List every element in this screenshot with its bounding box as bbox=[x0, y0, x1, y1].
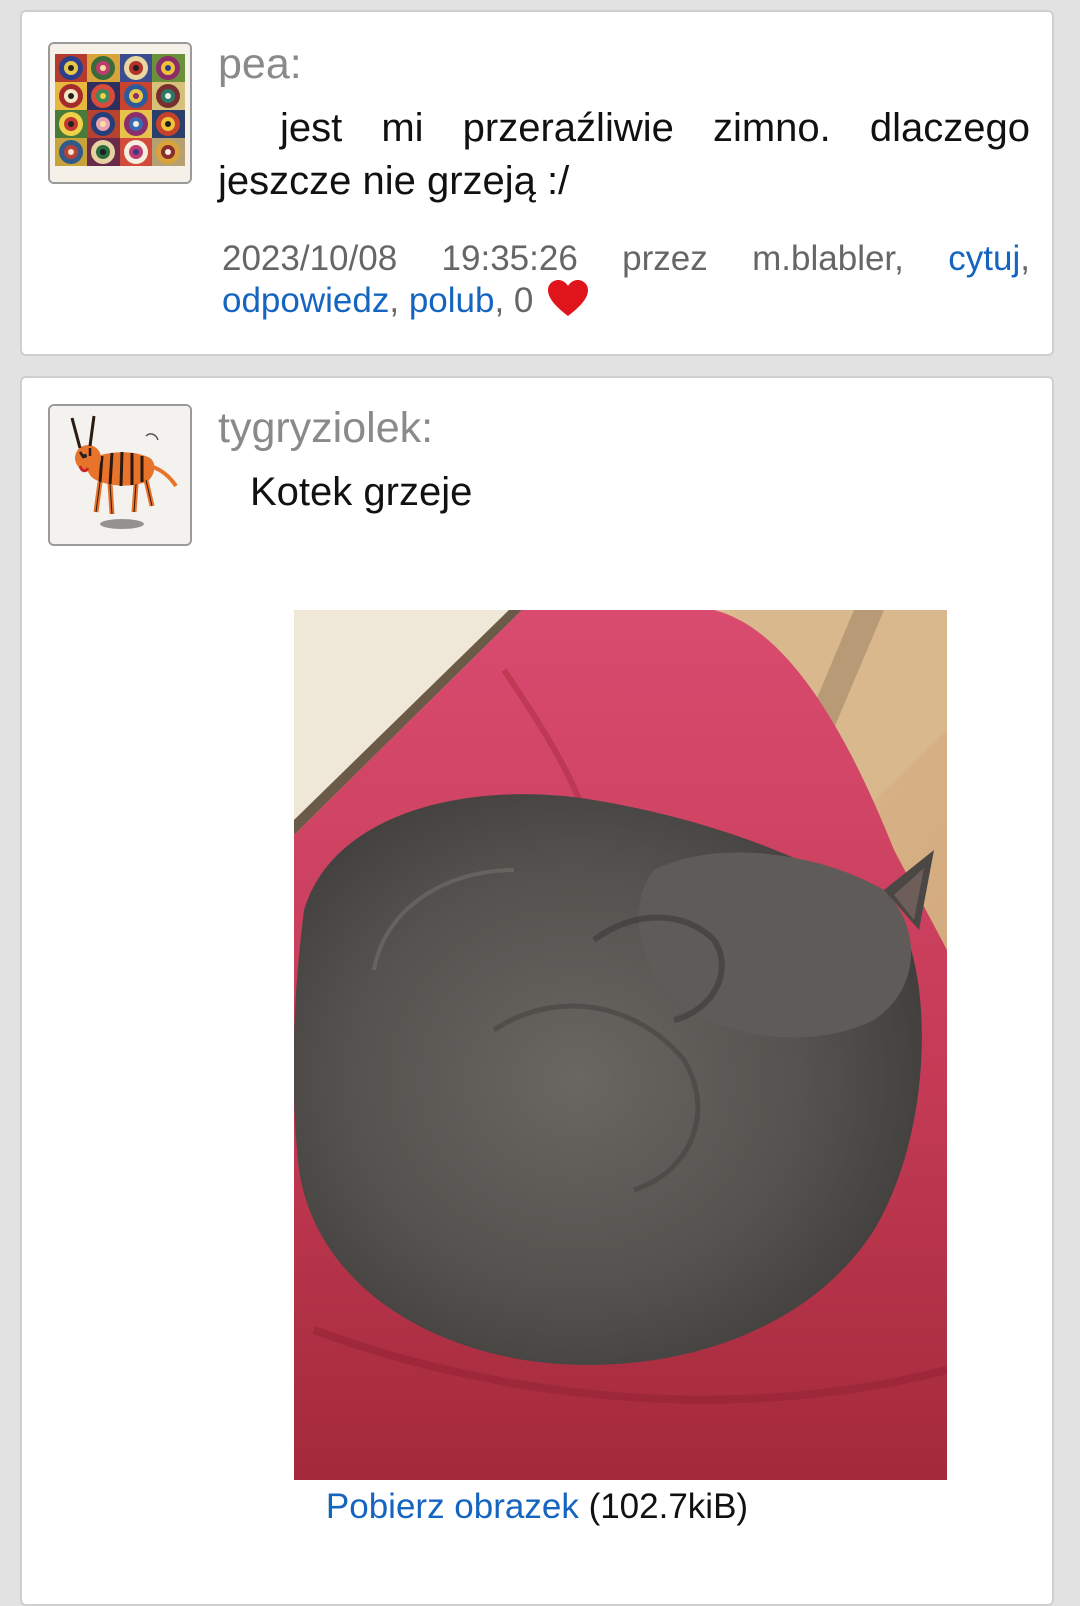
file-size: (102.7kiB) bbox=[588, 1487, 749, 1526]
reply-link[interactable]: odpowiedz bbox=[222, 281, 389, 320]
abstract-circles-painting-avatar[interactable] bbox=[48, 42, 192, 184]
meta-separator: , bbox=[1020, 239, 1030, 278]
post-date: 2023/10/08 bbox=[222, 239, 398, 278]
via-label: przez bbox=[622, 239, 708, 278]
post-time: 19:35:26 bbox=[441, 239, 578, 278]
post-message: Kotek grzeje bbox=[250, 470, 473, 514]
meta-separator: , bbox=[389, 281, 400, 320]
post-card: pea: jest mi przeraźliwie zimno. dlaczeg… bbox=[20, 10, 1054, 356]
avatar-image bbox=[50, 406, 190, 544]
post-author[interactable]: pea: bbox=[218, 40, 302, 88]
tiger-drawing-avatar[interactable] bbox=[48, 404, 192, 546]
quote-link[interactable]: cytuj bbox=[948, 239, 1020, 278]
post-message: jest mi przeraźliwie zimno. dlaczego jes… bbox=[218, 106, 1030, 203]
post-card: tygryziolek: Kotek grzeje Pobierz obraze… bbox=[20, 376, 1054, 1606]
download-image-link[interactable]: Pobierz obrazek bbox=[326, 1487, 579, 1526]
heart-icon bbox=[547, 280, 589, 328]
download-row: Pobierz obrazek (102.7kiB) bbox=[22, 1486, 1052, 1528]
avatar-image bbox=[50, 44, 190, 182]
post-author[interactable]: tygryziolek: bbox=[218, 404, 433, 452]
post-image bbox=[294, 610, 947, 1480]
sleeping-gray-cat-photo[interactable] bbox=[294, 610, 947, 1480]
like-count: 0 bbox=[513, 281, 534, 320]
client-name: m.blabler, bbox=[752, 239, 904, 278]
like-link[interactable]: polub bbox=[409, 281, 495, 320]
meta-separator: , bbox=[494, 281, 505, 320]
post-meta: 2023/10/08 19:35:26 przez m.blabler, cyt… bbox=[222, 238, 1030, 328]
